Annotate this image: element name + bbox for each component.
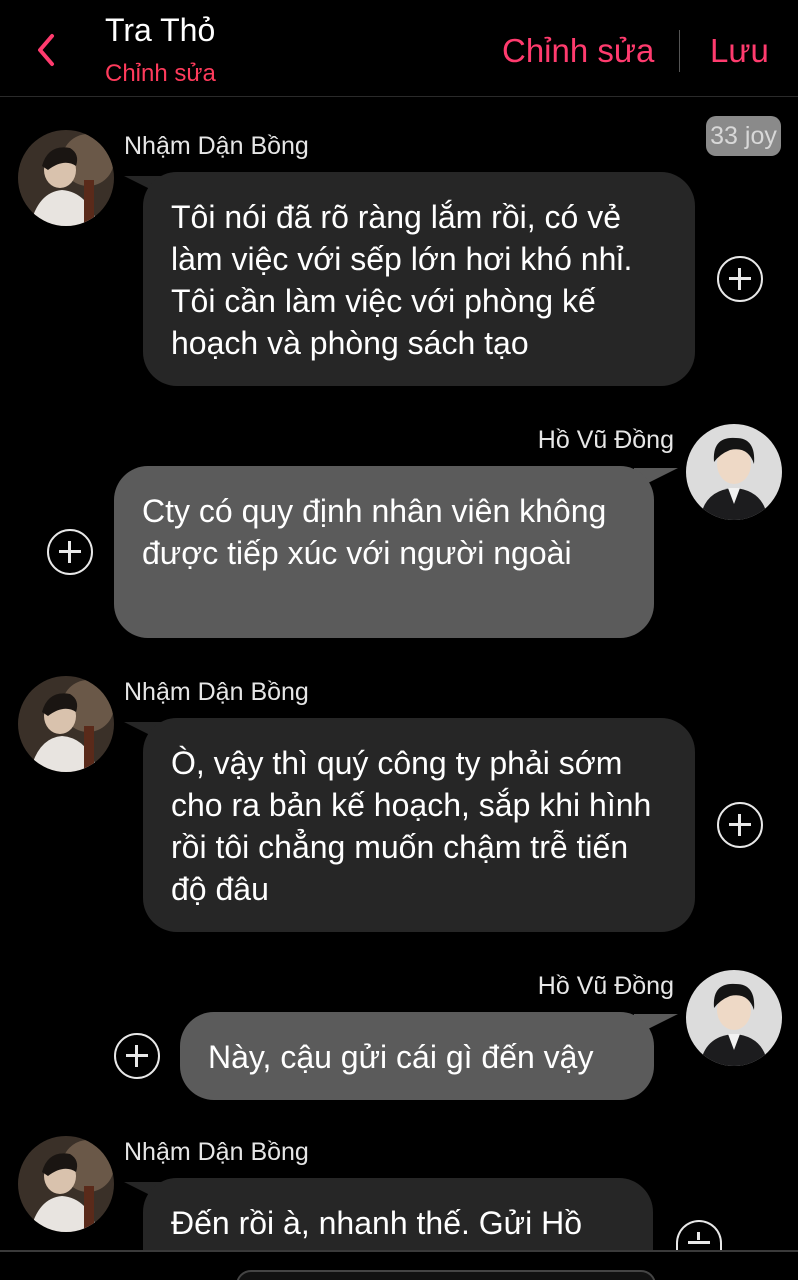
back-chevron-icon[interactable] — [30, 30, 64, 70]
message-input[interactable] — [236, 1270, 656, 1280]
joy-count-badge: 33 joy — [706, 116, 781, 156]
add-reaction-icon[interactable] — [717, 802, 763, 848]
add-reaction-icon[interactable] — [47, 529, 93, 575]
sender-name: Nhậm Dận Bồng — [124, 678, 309, 706]
avatar[interactable] — [686, 424, 782, 520]
avatar[interactable] — [18, 1136, 114, 1232]
sender-name: Hồ Vũ Đồng — [537, 426, 674, 454]
add-reaction-icon[interactable] — [717, 256, 763, 302]
avatar[interactable] — [18, 130, 114, 226]
edit-button[interactable]: Chỉnh sửa — [502, 32, 654, 70]
chat-header: Tra Thỏ Chỉnh sửa Chỉnh sửa Lưu — [0, 0, 798, 97]
message-bubble[interactable]: Ò, vậy thì quý công ty phải sớm cho ra b… — [143, 718, 695, 932]
composer-divider — [0, 1250, 798, 1252]
message-bubble[interactable]: Này, cậu gửi cái gì đến vậy — [180, 1012, 654, 1100]
sender-name: Nhậm Dận Bồng — [124, 132, 309, 160]
message-bubble[interactable]: Tôi nói đã rõ ràng lắm rồi, có vẻ làm vi… — [143, 172, 695, 386]
avatar[interactable] — [686, 970, 782, 1066]
message-bubble[interactable]: Đến rồi à, nhanh thế. Gửi Hồ — [143, 1178, 653, 1250]
header-divider — [679, 30, 680, 72]
sender-name: Hồ Vũ Đồng — [537, 972, 674, 1000]
message-bubble[interactable]: Cty có quy định nhân viên không được tiế… — [114, 466, 654, 638]
add-reaction-icon[interactable] — [114, 1033, 160, 1079]
add-reaction-icon[interactable] — [676, 1220, 722, 1250]
sender-name: Nhậm Dận Bồng — [124, 1138, 309, 1166]
chat-title: Tra Thỏ — [105, 12, 216, 48]
save-button[interactable]: Lưu — [710, 32, 769, 70]
chat-subtitle: Chỉnh sửa — [105, 60, 216, 87]
avatar[interactable] — [18, 676, 114, 772]
